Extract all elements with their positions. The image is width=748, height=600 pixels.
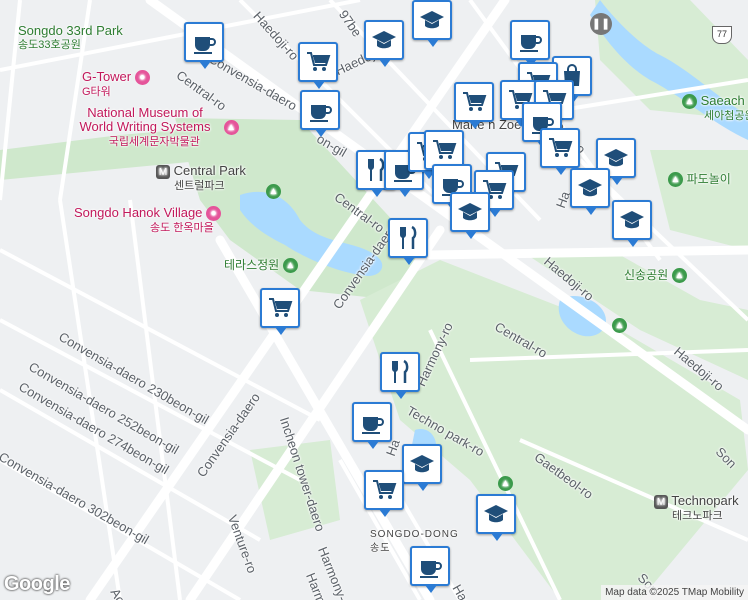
school-marker[interactable]	[450, 192, 490, 239]
place-terrace-garden[interactable]: 테라스정원 ▲	[224, 258, 298, 274]
park-icon: ▲	[682, 94, 697, 110]
school-marker[interactable]	[476, 494, 516, 541]
park-icon: ▲	[671, 268, 687, 284]
cafe-marker[interactable]	[510, 20, 550, 67]
grocery-icon	[433, 140, 457, 159]
park-icon: ▲	[498, 476, 513, 492]
school-marker[interactable]	[402, 444, 442, 491]
attraction-icon: ●	[134, 70, 150, 86]
google-logo: Google	[4, 573, 70, 595]
park-icon: ▲	[668, 172, 683, 188]
grocery-marker[interactable]	[364, 470, 404, 517]
restaurant-marker[interactable]	[380, 352, 420, 399]
subway-icon: M	[654, 494, 668, 509]
grocery-icon	[373, 480, 397, 499]
grocery-icon	[549, 138, 573, 157]
place-writing-museum[interactable]: National Museum of World Writing Systems…	[70, 106, 239, 149]
place-hanok-village[interactable]: Songdo Hanok Village ● 송도 한옥마을	[74, 206, 222, 235]
map-attribution[interactable]: Map data ©2025 TMap Mobility	[601, 585, 748, 600]
cafe-icon	[362, 417, 384, 434]
restaurant-marker[interactable]	[388, 218, 428, 265]
grocery-icon	[463, 92, 487, 111]
cafe-marker[interactable]	[300, 90, 340, 137]
school-icon	[578, 179, 602, 197]
cafe-marker[interactable]	[410, 546, 450, 593]
pause-icon[interactable]: ❚❚	[590, 13, 612, 35]
school-icon	[420, 11, 444, 29]
school-icon	[620, 211, 644, 229]
place-technopark-station[interactable]: M Technopark 테크노파크	[654, 494, 739, 523]
cafe-icon	[310, 105, 332, 122]
grocery-marker[interactable]	[298, 42, 338, 89]
park-icon: ▲	[282, 258, 298, 274]
cafe-icon	[420, 561, 442, 578]
place-g-tower[interactable]: G-Tower ● G타워	[82, 70, 150, 99]
park-icon-east: ▲	[612, 318, 627, 334]
restaurant-icon	[392, 359, 409, 383]
map-canvas[interactable]: Central-ro Central-ro Central-ro Convens…	[0, 0, 748, 600]
place-sinsong-park[interactable]: 신송공원 ▲	[624, 268, 687, 284]
school-icon	[372, 31, 396, 49]
place-central-park-station[interactable]: M Central Park 센트럴파크	[156, 164, 246, 193]
park-icon-central: ▲	[266, 184, 281, 200]
school-marker[interactable]	[612, 200, 652, 247]
school-icon	[410, 455, 434, 473]
park-icon: ▲	[612, 318, 627, 334]
attraction-icon: ●	[206, 206, 222, 222]
subway-icon: M	[156, 164, 170, 179]
museum-icon: ▲	[223, 120, 239, 136]
grocery-marker[interactable]	[454, 82, 494, 129]
park-icon: ▲	[266, 184, 281, 200]
restaurant-icon	[400, 225, 417, 249]
highway-shield: 77	[712, 26, 732, 44]
park-icon-south: ▲	[498, 476, 513, 492]
grocery-marker[interactable]	[540, 128, 580, 175]
grocery-marker[interactable]	[260, 288, 300, 335]
school-marker[interactable]	[412, 0, 452, 47]
place-saeach[interactable]: ▲ Saeach 세아첨공원	[682, 94, 748, 123]
school-marker[interactable]	[364, 20, 404, 67]
place-songdo-33rd-park[interactable]: Songdo 33rd Park 송도33호공원	[18, 24, 123, 52]
cafe-icon	[520, 35, 542, 52]
school-icon	[484, 505, 508, 523]
cafe-marker[interactable]	[184, 22, 224, 69]
school-icon	[458, 203, 482, 221]
cafe-icon	[194, 37, 216, 54]
place-padonori[interactable]: ▲ 파도놀이	[668, 172, 731, 188]
school-marker[interactable]	[570, 168, 610, 215]
grocery-icon	[269, 298, 293, 317]
grocery-icon	[307, 52, 331, 71]
cafe-marker[interactable]	[352, 402, 392, 449]
